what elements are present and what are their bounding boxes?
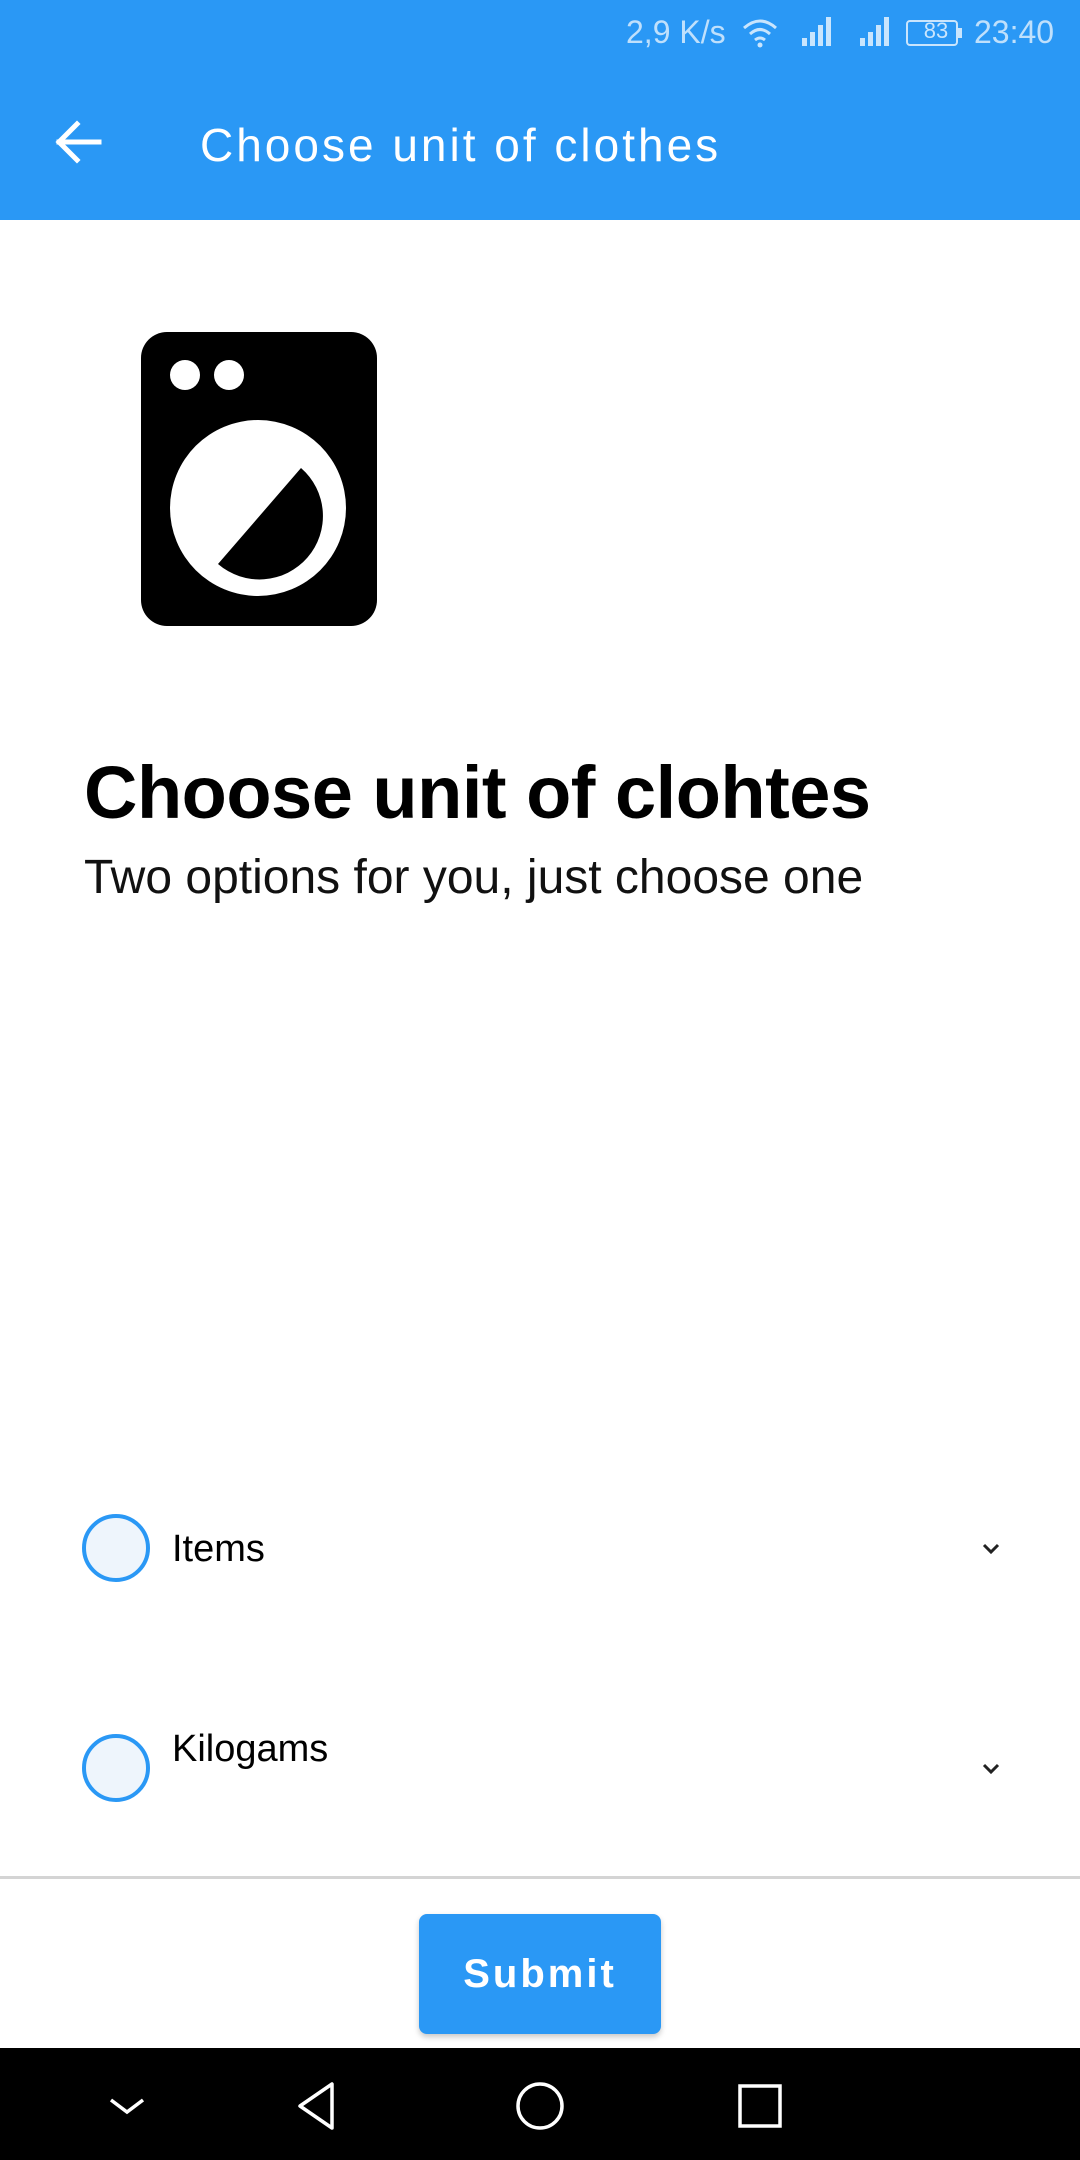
signal-icon xyxy=(802,17,831,46)
screen: 2,9 K/s 83 23:40 Choose unit of clothes … xyxy=(0,0,1080,2160)
washing-machine-icon xyxy=(141,332,377,626)
option-label: Kilogams xyxy=(172,1728,329,1770)
status-bar: 2,9 K/s 83 23:40 xyxy=(0,0,1080,70)
page-subheading: Two options for you, just choose one xyxy=(84,851,864,904)
battery-level: 83 xyxy=(923,18,949,43)
network-speed: 2,9 K/s xyxy=(626,14,726,50)
signal-icon xyxy=(860,17,889,46)
navigation-bar xyxy=(0,2048,1080,2160)
submit-button[interactable]: Submit xyxy=(419,1914,661,2034)
arrow-left-icon xyxy=(55,120,102,164)
radio-button[interactable] xyxy=(82,1734,150,1802)
radio-button[interactable] xyxy=(82,1514,150,1582)
chevron-down-icon[interactable] xyxy=(974,1532,1008,1566)
option-kilograms[interactable]: Kilogams xyxy=(0,1706,1080,1826)
recents-square-icon[interactable] xyxy=(730,2076,790,2136)
option-label: Items xyxy=(172,1528,265,1570)
back-button[interactable] xyxy=(44,112,112,172)
chevron-down-icon[interactable] xyxy=(97,2076,157,2136)
back-triangle-icon[interactable] xyxy=(290,2076,350,2136)
divider xyxy=(0,1876,1080,1879)
option-items[interactable]: Items xyxy=(0,1488,1080,1608)
app-bar-title: Choose unit of clothes xyxy=(200,119,722,171)
clock: 23:40 xyxy=(974,14,1055,50)
home-circle-icon[interactable] xyxy=(510,2076,570,2136)
wifi-icon xyxy=(743,19,777,48)
page-heading: Choose unit of clohtes xyxy=(84,751,871,834)
chevron-down-icon[interactable] xyxy=(974,1752,1008,1786)
